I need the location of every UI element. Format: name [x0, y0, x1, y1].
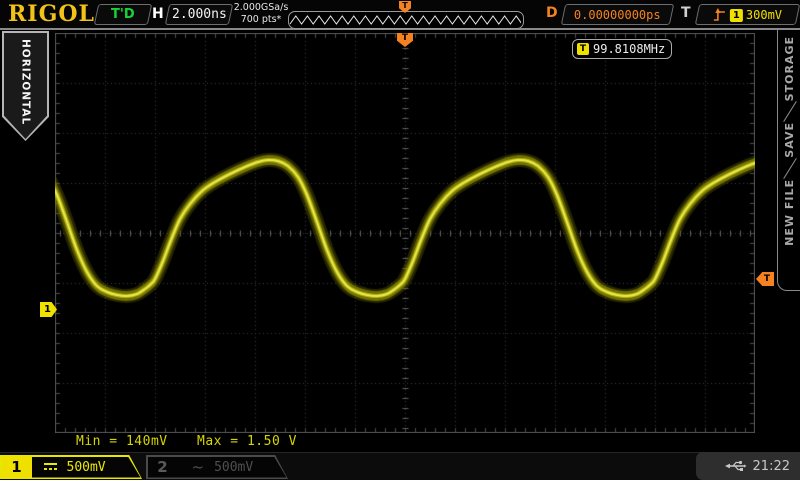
trigger-status-badge: T'D: [93, 4, 153, 25]
frequency-counter-value: 99.8108MHz: [593, 42, 666, 56]
memory-waveform-icon: [289, 15, 523, 25]
frequency-counter-badge: T 99.8108MHz: [572, 39, 673, 59]
memory-position-bar: [288, 11, 524, 29]
horizontal-menu-tab-face: HORIZONTAL: [4, 33, 47, 139]
rigol-logo: RIGOL: [8, 1, 95, 27]
trigger-status-label: T'D: [111, 7, 135, 22]
timebase-button[interactable]: 2.000ns: [164, 4, 234, 25]
right-menu: STORAGE SAVE NEW FILE: [777, 30, 800, 291]
delay-button[interactable]: 0.00000000ps: [560, 4, 675, 25]
freq-counter-trigger-icon: T: [577, 43, 589, 55]
bottom-status-bar: 1 500mV 2 ~ 500mV: [0, 452, 800, 480]
max-measurement: Max = 1.50 V: [197, 434, 297, 449]
horizontal-menu-tab[interactable]: HORIZONTAL: [2, 31, 49, 141]
horizontal-menu-tab-label: HORIZONTAL: [19, 39, 32, 126]
sample-rate: 2.000GSa/s: [233, 2, 289, 13]
clock: 21:22: [752, 458, 790, 474]
acquisition-info: 2.000GSa/s 700 pts*: [233, 2, 289, 26]
channel2-scale: 500mV: [214, 459, 254, 475]
usb-icon: [724, 460, 747, 471]
channel2-number: 2: [157, 458, 168, 476]
min-measurement: Min = 140mV: [76, 434, 168, 449]
oscilloscope-screen: RIGOL T'D H 2.000ns 2.000GSa/s 700 pts* …: [0, 0, 800, 480]
menu-item-save[interactable]: SAVE: [783, 116, 796, 164]
waveform-display: [55, 33, 755, 433]
memory-depth: 700 pts*: [240, 14, 282, 25]
delay-label: D: [546, 5, 558, 21]
trigger-settings-button[interactable]: 1 300mV: [694, 4, 800, 25]
menu-item-new-file[interactable]: NEW FILE: [783, 173, 796, 252]
channel1-scale: 500mV: [66, 459, 106, 475]
trigger-level-value: 300mV: [745, 7, 783, 22]
trigger-source-badge: 1: [729, 8, 743, 21]
trigger-label: T: [681, 5, 691, 21]
ac-coupling-icon: ~: [191, 458, 205, 476]
horizontal-label: H: [152, 6, 164, 22]
channel1-number: 1: [1, 456, 32, 478]
delay-value: 0.00000000ps: [574, 7, 661, 22]
dc-coupling-icon: [43, 463, 57, 471]
rising-edge-icon: [713, 7, 725, 21]
menu-item-storage[interactable]: STORAGE: [783, 30, 796, 107]
timebase-value: 2.000ns: [171, 7, 227, 22]
trigger-level-marker-icon[interactable]: T: [756, 272, 774, 286]
status-panel: 21:22: [696, 452, 800, 480]
